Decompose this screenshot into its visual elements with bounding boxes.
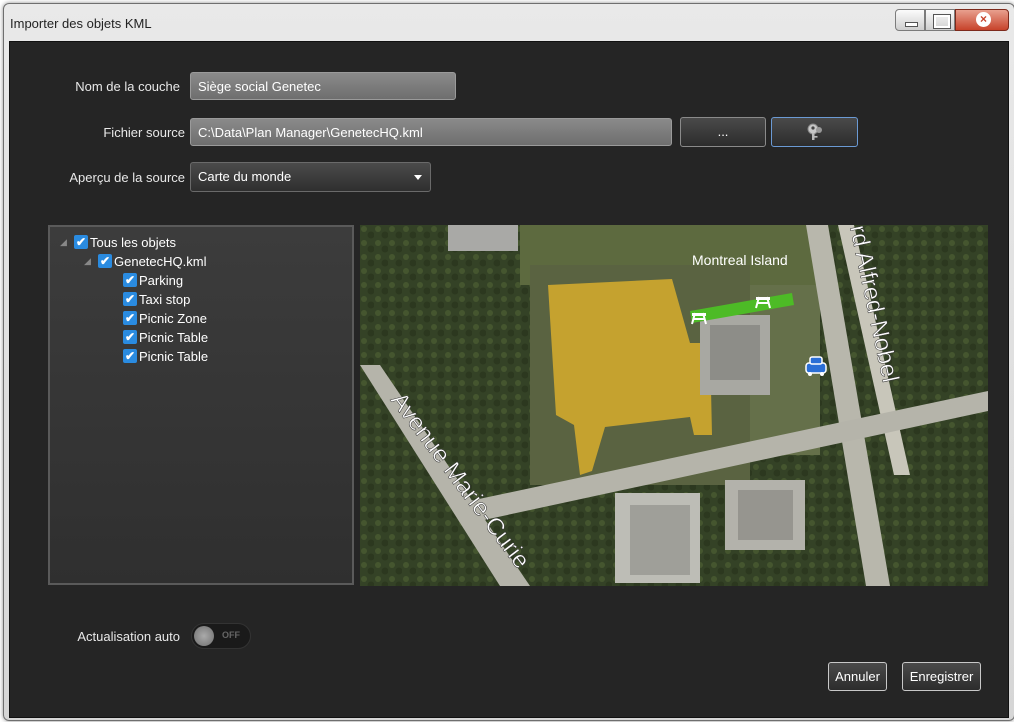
dialog-content: Nom de la couche Siège social Genetec Fi…	[9, 41, 1009, 718]
tree-node-parking[interactable]: ✔ Parking	[123, 271, 183, 289]
close-icon: ×	[976, 12, 991, 27]
checkbox-checked-icon[interactable]: ✔	[98, 254, 112, 268]
auto-refresh-toggle[interactable]: OFF	[191, 623, 251, 649]
satellite-map: Montreal Island rd Alfred-Nobel Avenue M…	[360, 225, 988, 586]
window-title: Importer des objets KML	[10, 16, 152, 31]
title-bar: Importer des objets KML ×	[4, 4, 1014, 38]
tree-node-file[interactable]: ◢ ✔ GenetecHQ.kml	[84, 252, 206, 270]
maximize-button[interactable]	[925, 9, 955, 31]
save-button[interactable]: Enregistrer	[902, 662, 981, 691]
source-file-input[interactable]: C:\Data\Plan Manager\GenetecHQ.kml	[190, 118, 672, 146]
cancel-button[interactable]: Annuler	[828, 662, 887, 691]
browse-button[interactable]: ...	[680, 117, 766, 147]
tree-node-label: Picnic Zone	[139, 310, 207, 326]
checkbox-checked-icon[interactable]: ✔	[123, 330, 137, 344]
minimize-button[interactable]	[895, 9, 925, 31]
tree-node-picnic-table[interactable]: ✔ Picnic Table	[123, 328, 208, 346]
minimize-icon	[905, 22, 918, 27]
collapse-icon[interactable]: ◢	[84, 256, 92, 267]
checkbox-checked-icon[interactable]: ✔	[123, 311, 137, 325]
source-preview-select[interactable]: Carte du monde	[190, 162, 431, 192]
tree-node-label: Tous les objets	[90, 234, 176, 250]
toggle-state: OFF	[222, 630, 240, 640]
layer-name-label: Nom de la couche	[75, 79, 180, 94]
chevron-down-icon	[414, 175, 422, 180]
tree-node-label: Picnic Table	[139, 348, 209, 364]
building	[448, 225, 518, 251]
building	[710, 325, 760, 380]
map-label-island: Montreal Island	[692, 252, 788, 268]
tree-node-label: Parking	[139, 272, 184, 288]
source-preview-label: Aperçu de la source	[69, 170, 185, 185]
building	[738, 490, 793, 540]
kml-import-dialog: Importer des objets KML × Nom de la couc…	[3, 3, 1014, 721]
checkbox-checked-icon[interactable]: ✔	[123, 292, 137, 306]
building	[630, 505, 690, 575]
checkbox-checked-icon[interactable]: ✔	[123, 273, 137, 287]
maximize-icon	[933, 14, 951, 29]
key-icon	[807, 123, 822, 140]
tree-node-label: GenetecHQ.kml	[114, 253, 207, 269]
tree-node-label: Picnic Table	[139, 329, 209, 345]
source-file-label: Fichier source	[103, 125, 185, 140]
tree-node-root[interactable]: ◢ ✔ Tous les objets	[60, 233, 176, 251]
auto-refresh-label: Actualisation auto	[77, 629, 180, 644]
kml-object-tree: ◢ ✔ Tous les objets ◢ ✔ GenetecHQ.kml ✔ …	[48, 225, 354, 585]
source-preview-value: Carte du monde	[198, 169, 292, 184]
tree-node-label: Taxi stop	[139, 291, 191, 307]
layer-name-input[interactable]: Siège social Genetec	[190, 72, 456, 100]
tree-node-taxi-stop[interactable]: ✔ Taxi stop	[123, 290, 190, 308]
checkbox-checked-icon[interactable]: ✔	[74, 235, 88, 249]
collapse-icon[interactable]: ◢	[60, 237, 68, 248]
map-preview[interactable]: Montreal Island rd Alfred-Nobel Avenue M…	[360, 225, 988, 586]
toggle-knob	[194, 626, 214, 646]
checkbox-checked-icon[interactable]: ✔	[123, 349, 137, 363]
close-button[interactable]: ×	[955, 9, 1009, 31]
tree-node-picnic-table[interactable]: ✔ Picnic Table	[123, 347, 208, 365]
credentials-button[interactable]	[771, 117, 858, 147]
tree-node-picnic-zone[interactable]: ✔ Picnic Zone	[123, 309, 207, 327]
